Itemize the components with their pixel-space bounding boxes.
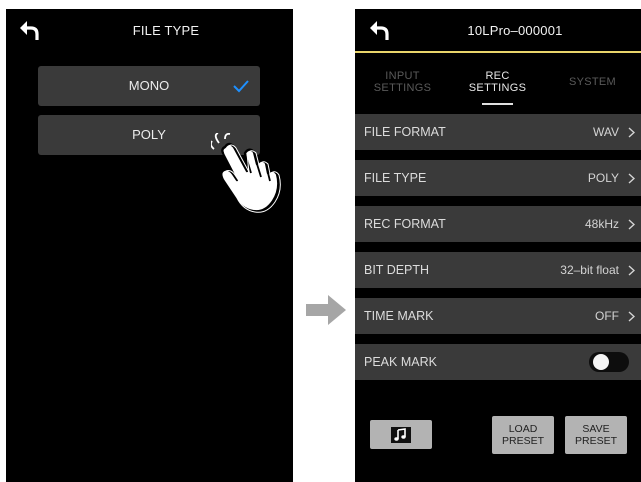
setting-row-rec-format[interactable]: REC FORMAT 48kHz xyxy=(355,206,641,242)
tab-label: SETTINGS xyxy=(373,82,432,94)
music-button[interactable] xyxy=(370,420,432,449)
tab-label: INPUT xyxy=(385,70,420,82)
back-arrow-icon[interactable] xyxy=(368,19,392,41)
chevron-right-icon xyxy=(628,265,635,276)
setting-row-bit-depth[interactable]: BIT DEPTH 32–bit float xyxy=(355,252,641,288)
chevron-right-icon xyxy=(628,127,635,138)
setting-label: FILE FORMAT xyxy=(364,125,446,139)
tab-input-settings[interactable]: INPUT SETTINGS xyxy=(355,53,450,111)
right-arrow-icon xyxy=(306,295,346,325)
chevron-right-icon xyxy=(628,311,635,322)
setting-value: OFF xyxy=(595,309,619,323)
settings-tabs: INPUT SETTINGS REC SETTINGS SYSTEM xyxy=(355,53,641,111)
setting-label: PEAK MARK xyxy=(364,355,437,369)
setting-row-peak-mark: PEAK MARK xyxy=(355,344,641,380)
file-type-screen: FILE TYPE MONO POLY xyxy=(6,9,293,482)
button-label: PRESET xyxy=(574,435,617,447)
option-mono[interactable]: MONO xyxy=(38,66,260,106)
toggle-knob xyxy=(593,354,609,370)
save-preset-button[interactable]: SAVE PRESET xyxy=(565,416,627,454)
tab-label: SYSTEM xyxy=(568,76,617,88)
button-label: PRESET xyxy=(501,435,544,447)
chevron-right-icon xyxy=(628,219,635,230)
setting-value: POLY xyxy=(587,171,619,185)
tab-rec-settings[interactable]: REC SETTINGS xyxy=(450,53,545,111)
setting-label: REC FORMAT xyxy=(364,217,446,231)
setting-row-time-mark[interactable]: TIME MARK OFF xyxy=(355,298,641,334)
button-label: SAVE xyxy=(582,423,610,435)
setting-label: BIT DEPTH xyxy=(364,263,430,277)
setting-row-file-format[interactable]: FILE FORMAT WAV xyxy=(355,114,641,150)
rec-settings-screen: 10LPro–000001 INPUT SETTINGS REC SETTING… xyxy=(355,9,641,482)
back-arrow-icon[interactable] xyxy=(18,19,42,41)
setting-value: WAV xyxy=(593,125,619,139)
chevron-right-icon xyxy=(628,173,635,184)
button-label: LOAD xyxy=(508,423,538,435)
checkmark-icon xyxy=(233,80,249,93)
setting-label: TIME MARK xyxy=(364,309,434,323)
active-tab-indicator xyxy=(482,103,513,105)
page-title: FILE TYPE xyxy=(132,23,200,38)
tapping-hand-icon xyxy=(211,133,281,213)
load-preset-button[interactable]: LOAD PRESET xyxy=(492,416,554,454)
tab-system[interactable]: SYSTEM xyxy=(545,53,640,111)
setting-value: 48kHz xyxy=(584,217,619,231)
option-label: MONO xyxy=(128,78,170,93)
peak-mark-toggle[interactable] xyxy=(589,352,629,372)
setting-label: FILE TYPE xyxy=(364,171,427,185)
setting-row-file-type[interactable]: FILE TYPE POLY xyxy=(355,160,641,196)
music-note-icon xyxy=(391,426,411,443)
tab-label: REC xyxy=(485,70,510,82)
setting-value: 32–bit float xyxy=(560,263,619,277)
device-name: 10LPro–000001 xyxy=(467,23,563,38)
tab-label: SETTINGS xyxy=(468,82,527,94)
